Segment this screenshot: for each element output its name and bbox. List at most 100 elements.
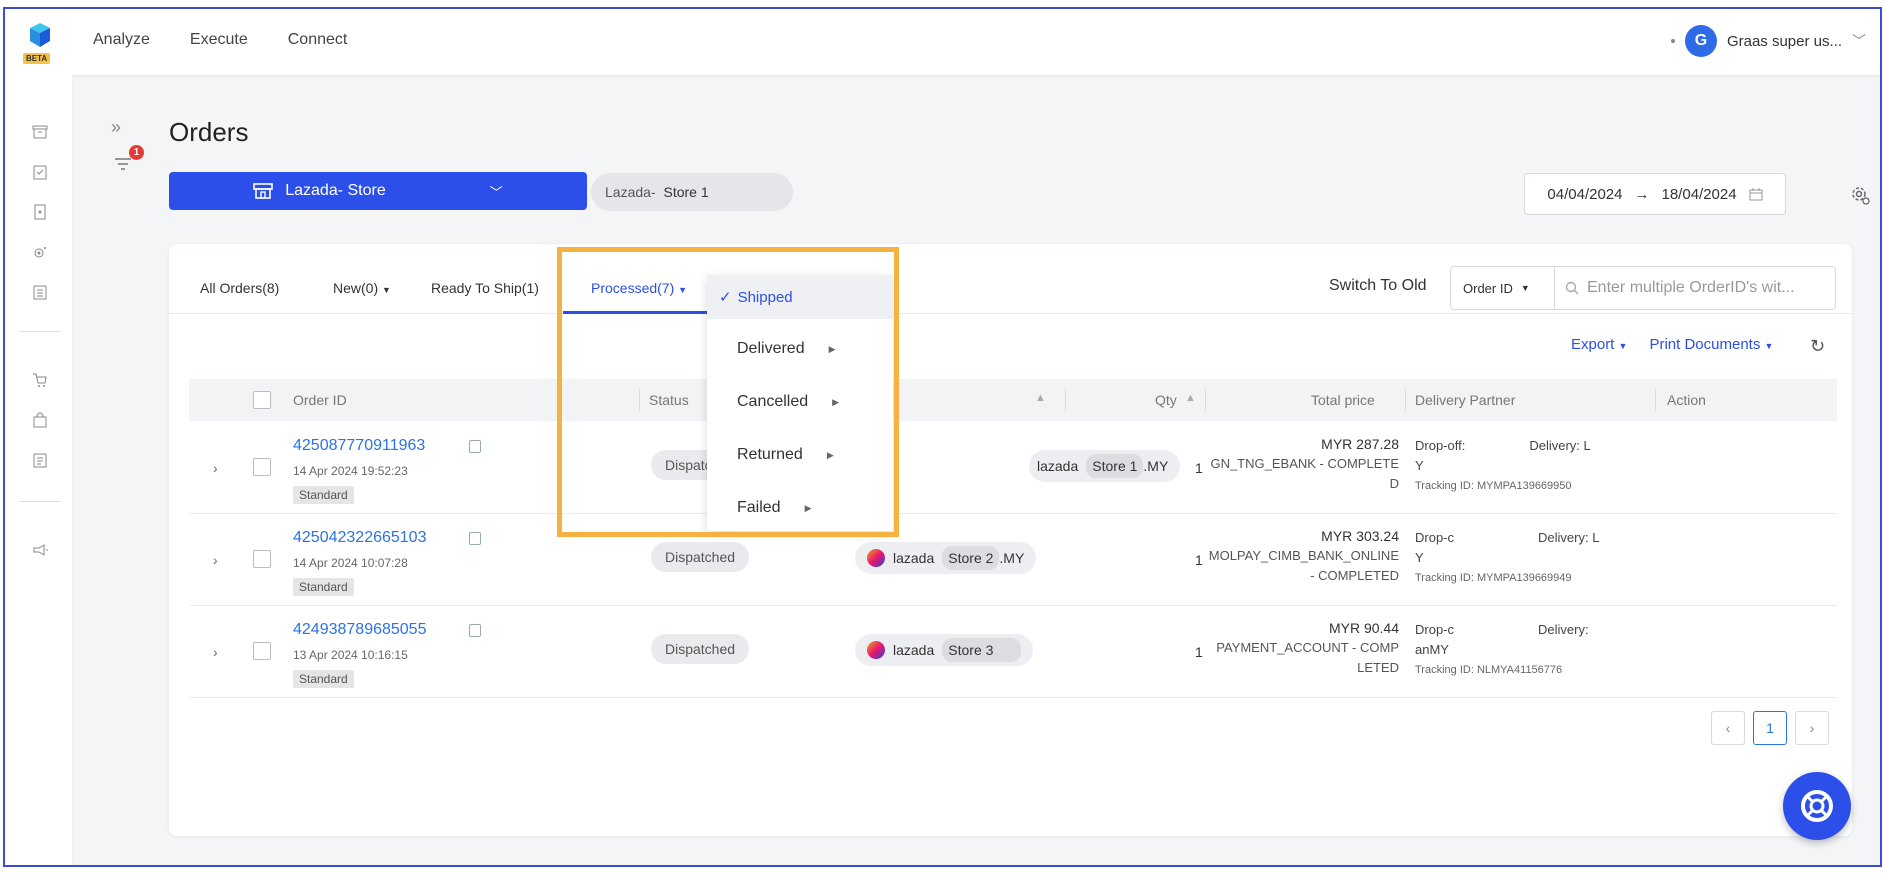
store-selector-button[interactable]: Lazada- Store ﹀	[169, 172, 587, 210]
nav-analyze[interactable]: Analyze	[93, 31, 150, 49]
order-price: MYR 287.28 GN_TNG_EBANK - COMPLETE D	[1189, 434, 1399, 494]
copy-icon[interactable]	[469, 440, 481, 453]
row-checkbox[interactable]	[253, 642, 271, 660]
nav-execute[interactable]: Execute	[190, 31, 248, 49]
dropdown-item-label: Returned	[737, 446, 803, 463]
tab-new[interactable]: New(0) ▼	[333, 280, 391, 296]
table-actions: Export ▼ Print Documents ▼	[1571, 336, 1773, 353]
tab-processed[interactable]: Processed(7) ▼	[591, 280, 687, 296]
shopping-bag-icon[interactable]	[31, 411, 49, 429]
tab-all-orders[interactable]: All Orders(8)	[200, 280, 279, 296]
order-search-input[interactable]: Enter multiple OrderID's wit...	[1555, 267, 1835, 309]
order-type-badge: Standard	[293, 486, 354, 504]
selected-store-chip[interactable]: Lazada- Store 1	[591, 173, 793, 211]
dropdown-item-cancelled[interactable]: Cancelled ▶	[707, 380, 893, 424]
expand-row-icon[interactable]: ›	[213, 644, 218, 660]
dropdown-item-failed[interactable]: Failed ▶	[707, 486, 893, 530]
nav-connect[interactable]: Connect	[288, 31, 348, 49]
document-add-icon[interactable]	[31, 203, 49, 221]
qty-sort-icon[interactable]: ▲	[1185, 392, 1196, 404]
switch-to-old-link[interactable]: Switch To Old	[1329, 277, 1427, 295]
page-number-button[interactable]: 1	[1753, 711, 1787, 745]
report-icon[interactable]	[31, 451, 49, 469]
dp-delivery: Delivery: L	[1529, 438, 1591, 453]
store-chip-name: Store 1	[663, 184, 709, 200]
date-range-picker[interactable]: 04/04/2024 → 18/04/2024	[1524, 173, 1786, 215]
expand-row-icon[interactable]: ›	[213, 460, 218, 476]
pagination: ‹ 1 ›	[1711, 711, 1829, 745]
dropdown-item-shipped[interactable]: ✓ Shipped	[707, 275, 893, 319]
help-button[interactable]	[1783, 772, 1851, 840]
settings-gear-icon[interactable]	[1849, 184, 1871, 206]
store-tag: lazada Store 1 .MY	[1029, 450, 1181, 482]
expand-row-icon[interactable]: ›	[213, 552, 218, 568]
clipboard-check-icon[interactable]	[31, 163, 49, 181]
row-checkbox[interactable]	[253, 458, 271, 476]
date-start: 04/04/2024	[1547, 185, 1623, 203]
list-icon[interactable]	[31, 283, 49, 301]
caret-down-icon: ▼	[1618, 341, 1628, 351]
top-navigation: Analyze Execute Connect	[93, 31, 347, 49]
table-row[interactable]: › 425087770911963 14 Apr 2024 19:52:23 S…	[189, 422, 1837, 514]
next-page-button[interactable]: ›	[1795, 711, 1829, 745]
orders-card: All Orders(8) New(0) ▼ Ready To Ship(1) …	[169, 244, 1852, 836]
caret-down-icon: ▼	[1764, 341, 1774, 351]
header-total-price: Total price	[1311, 392, 1375, 408]
settings-icon[interactable]	[31, 243, 49, 261]
page-title: Orders	[169, 117, 249, 147]
avatar: G	[1684, 25, 1717, 57]
left-sidebar	[5, 75, 73, 865]
search-placeholder: Enter multiple OrderID's wit...	[1587, 279, 1795, 296]
dp-line2: anMY	[1415, 642, 1449, 657]
dropdown-item-label: Cancelled	[737, 393, 809, 410]
dp-dropoff: Drop-c	[1415, 622, 1455, 637]
store-name: Store 2	[942, 546, 1000, 570]
dropdown-item-returned[interactable]: Returned ▶	[707, 433, 893, 477]
sort-icon[interactable]: ▲	[1035, 392, 1046, 404]
export-button[interactable]: Export ▼	[1571, 336, 1627, 353]
table-row[interactable]: › 425042322665103 14 Apr 2024 10:07:28 S…	[189, 514, 1837, 606]
select-all-checkbox[interactable]	[253, 391, 271, 409]
order-id-link[interactable]: 425087770911963	[293, 437, 425, 455]
cart-icon[interactable]	[31, 371, 49, 389]
expand-panel-icon[interactable]: »	[111, 117, 121, 138]
caret-right-icon: ▶	[828, 343, 836, 354]
sidebar-divider	[19, 331, 61, 332]
tab-ready-to-ship[interactable]: Ready To Ship(1)	[431, 280, 539, 296]
order-id-link[interactable]: 424938789685055	[293, 621, 426, 639]
search-type-label: Order ID	[1463, 280, 1513, 296]
order-search-group: Order ID ▼ Enter multiple OrderID's wit.…	[1450, 266, 1836, 310]
chevron-down-icon: ﹀	[489, 184, 503, 200]
print-documents-button[interactable]: Print Documents ▼	[1649, 336, 1773, 353]
tracking-id: Tracking ID: NLMYA41156776	[1415, 664, 1563, 676]
dp-dropoff: Drop-off:	[1415, 438, 1466, 453]
table-row[interactable]: › 424938789685055 13 Apr 2024 10:16:15 S…	[189, 606, 1837, 698]
dp-line2: Y	[1415, 550, 1424, 565]
refresh-icon[interactable]: ↻	[1810, 336, 1825, 357]
order-id-link[interactable]: 425042322665103	[293, 529, 426, 547]
dropdown-item-label: Delivered	[737, 340, 805, 357]
store-name: Store 3	[942, 638, 1022, 662]
dot-icon	[1670, 39, 1675, 43]
filter-button[interactable]: 1	[113, 145, 144, 173]
row-checkbox[interactable]	[253, 550, 271, 568]
dp-line2: Y	[1415, 458, 1424, 473]
delivery-partner: Drop-c Delivery: L Y Tracking ID: MYMPA13…	[1415, 528, 1675, 588]
search-type-select[interactable]: Order ID ▼	[1451, 267, 1555, 309]
tracking-id: Tracking ID: MYMPA139669950	[1415, 480, 1572, 492]
price-amount: MYR 90.44	[1328, 620, 1399, 636]
copy-icon[interactable]	[469, 624, 481, 637]
store-chip-prefix: Lazada-	[605, 184, 656, 200]
copy-icon[interactable]	[469, 532, 481, 545]
store-prefix: lazada	[893, 550, 935, 566]
price-amount: MYR 287.28	[1321, 436, 1399, 452]
dropdown-item-delivered[interactable]: Delivered ▶	[707, 327, 893, 371]
megaphone-icon[interactable]	[31, 541, 49, 559]
user-menu[interactable]: G Graas super us... ﹀	[1670, 25, 1866, 57]
app-logo[interactable]: BETA	[21, 23, 57, 64]
store-prefix: lazada	[1037, 458, 1079, 474]
prev-page-button[interactable]: ‹	[1711, 711, 1745, 745]
export-label: Export	[1571, 336, 1615, 353]
payment-status: LETED	[1357, 660, 1399, 675]
archive-icon[interactable]	[31, 123, 49, 141]
